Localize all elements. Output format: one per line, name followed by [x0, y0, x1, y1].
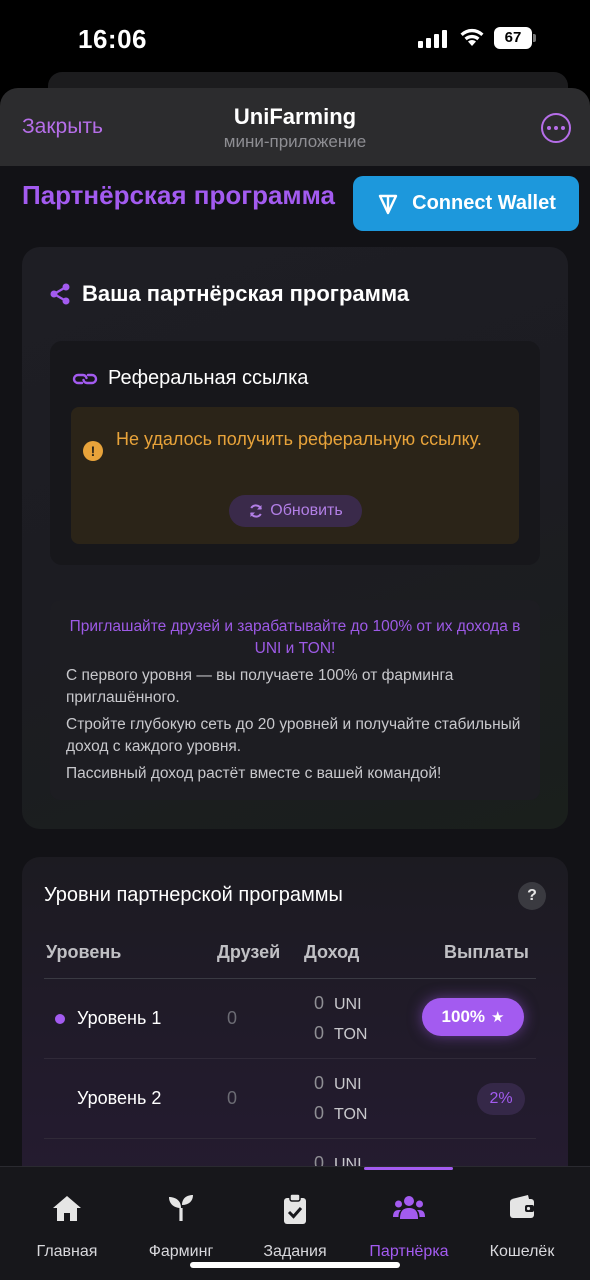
nav-item-farming[interactable]: Фарминг: [122, 1193, 240, 1261]
column-header-income: Доход: [304, 942, 360, 962]
nav-label: Фарминг: [148, 1243, 214, 1260]
refresh-icon: [250, 504, 263, 518]
users-icon: [393, 1196, 425, 1219]
payout-badge: 100% ★: [422, 998, 524, 1036]
table-row[interactable]: Уровень 2 0 0 UNI 0 TON 2%: [44, 1059, 536, 1139]
level-friends: 0: [227, 1088, 238, 1108]
invite-line: С первого уровня — вы получаете 100% от …: [66, 667, 454, 706]
home-icon: [53, 1196, 81, 1221]
nav-label: Партнёрка: [369, 1243, 449, 1260]
more-options-icon[interactable]: [541, 113, 571, 143]
link-icon: [72, 373, 98, 384]
active-level-dot: [55, 1014, 65, 1024]
level-name: Уровень 2: [77, 1088, 162, 1108]
wallet-icon: [510, 1195, 534, 1218]
sprout-icon: [169, 1195, 193, 1221]
invite-line: Пассивный доход растёт вместе с вашей ко…: [66, 765, 442, 782]
invite-headline: Приглашайте друзей и зарабатывайте до 10…: [69, 618, 521, 657]
income-ton: 0 TON: [314, 1103, 368, 1123]
home-indicator[interactable]: [190, 1262, 400, 1268]
nav-label: Главная: [36, 1243, 98, 1260]
referral-error-alert: ! Не удалось получить реферальную ссылку…: [71, 407, 519, 544]
income-uni: 0 UNI: [314, 1073, 362, 1093]
payout-badge: 2%: [477, 1083, 525, 1115]
status-bar: 16:06 67: [0, 0, 590, 80]
nav-item-wallet[interactable]: Кошелёк: [463, 1193, 581, 1261]
level-friends: 0: [227, 1008, 238, 1028]
app-title: UniFarming: [233, 104, 357, 129]
connect-wallet-button[interactable]: Connect Wallet: [353, 176, 579, 231]
column-header-payouts: Выплаты: [444, 942, 529, 962]
levels-card-title: Уровни партнерской программы: [44, 884, 343, 906]
warning-icon: !: [83, 441, 103, 461]
refresh-button[interactable]: Обновить: [229, 495, 362, 527]
column-header-friends: Друзей: [217, 942, 281, 962]
app-content: Партнёрская программа Connect Wallet Ваш…: [0, 166, 590, 1280]
cellular-signal-icon: [418, 30, 447, 48]
share-icon: [50, 283, 70, 305]
referral-error-text: Не удалось получить реферальную ссылку.: [116, 429, 482, 449]
battery-icon: 67: [494, 27, 536, 49]
referral-link-box: Реферальная ссылка ! Не удалось получить…: [50, 341, 540, 565]
referral-link-title: Реферальная ссылка: [72, 367, 308, 390]
nav-label: Задания: [263, 1243, 327, 1260]
battery-level: 67: [494, 27, 532, 49]
mini-app-header: Закрыть UniFarming мини-приложение: [0, 88, 590, 166]
clipboard-check-icon: [284, 1193, 306, 1224]
nav-label: Кошелёк: [489, 1243, 555, 1260]
wifi-icon: [460, 28, 484, 46]
invite-line: Стройте глубокую сеть до 20 уровней и по…: [66, 716, 521, 755]
nav-item-home[interactable]: Главная: [8, 1193, 126, 1261]
partner-card-title: Ваша партнёрская программа: [48, 281, 409, 307]
column-header-level: Уровень: [46, 942, 122, 962]
table-row[interactable]: Уровень 1 0 0 UNI 0 TON 100% ★: [44, 979, 536, 1059]
nav-item-partners[interactable]: Партнёрка: [350, 1193, 468, 1261]
app-subtitle: мини-приложение: [223, 132, 367, 151]
help-icon[interactable]: ?: [518, 882, 546, 910]
income-uni: 0 UNI: [314, 993, 362, 1013]
ton-icon: [378, 194, 398, 214]
active-tab-indicator: [364, 1167, 453, 1170]
connect-wallet-label: Connect Wallet: [412, 192, 556, 214]
nav-item-tasks[interactable]: Задания: [236, 1193, 354, 1261]
partner-program-card: Ваша партнёрская программа Реферальная с…: [22, 247, 568, 829]
page-title: Партнёрская программа: [22, 180, 336, 210]
invite-info-box: Приглашайте друзей и зарабатывайте до 10…: [50, 600, 540, 800]
status-time: 16:06: [78, 24, 147, 54]
star-icon: ★: [491, 1009, 505, 1026]
level-name: Уровень 1: [77, 1008, 162, 1028]
income-ton: 0 TON: [314, 1023, 368, 1043]
